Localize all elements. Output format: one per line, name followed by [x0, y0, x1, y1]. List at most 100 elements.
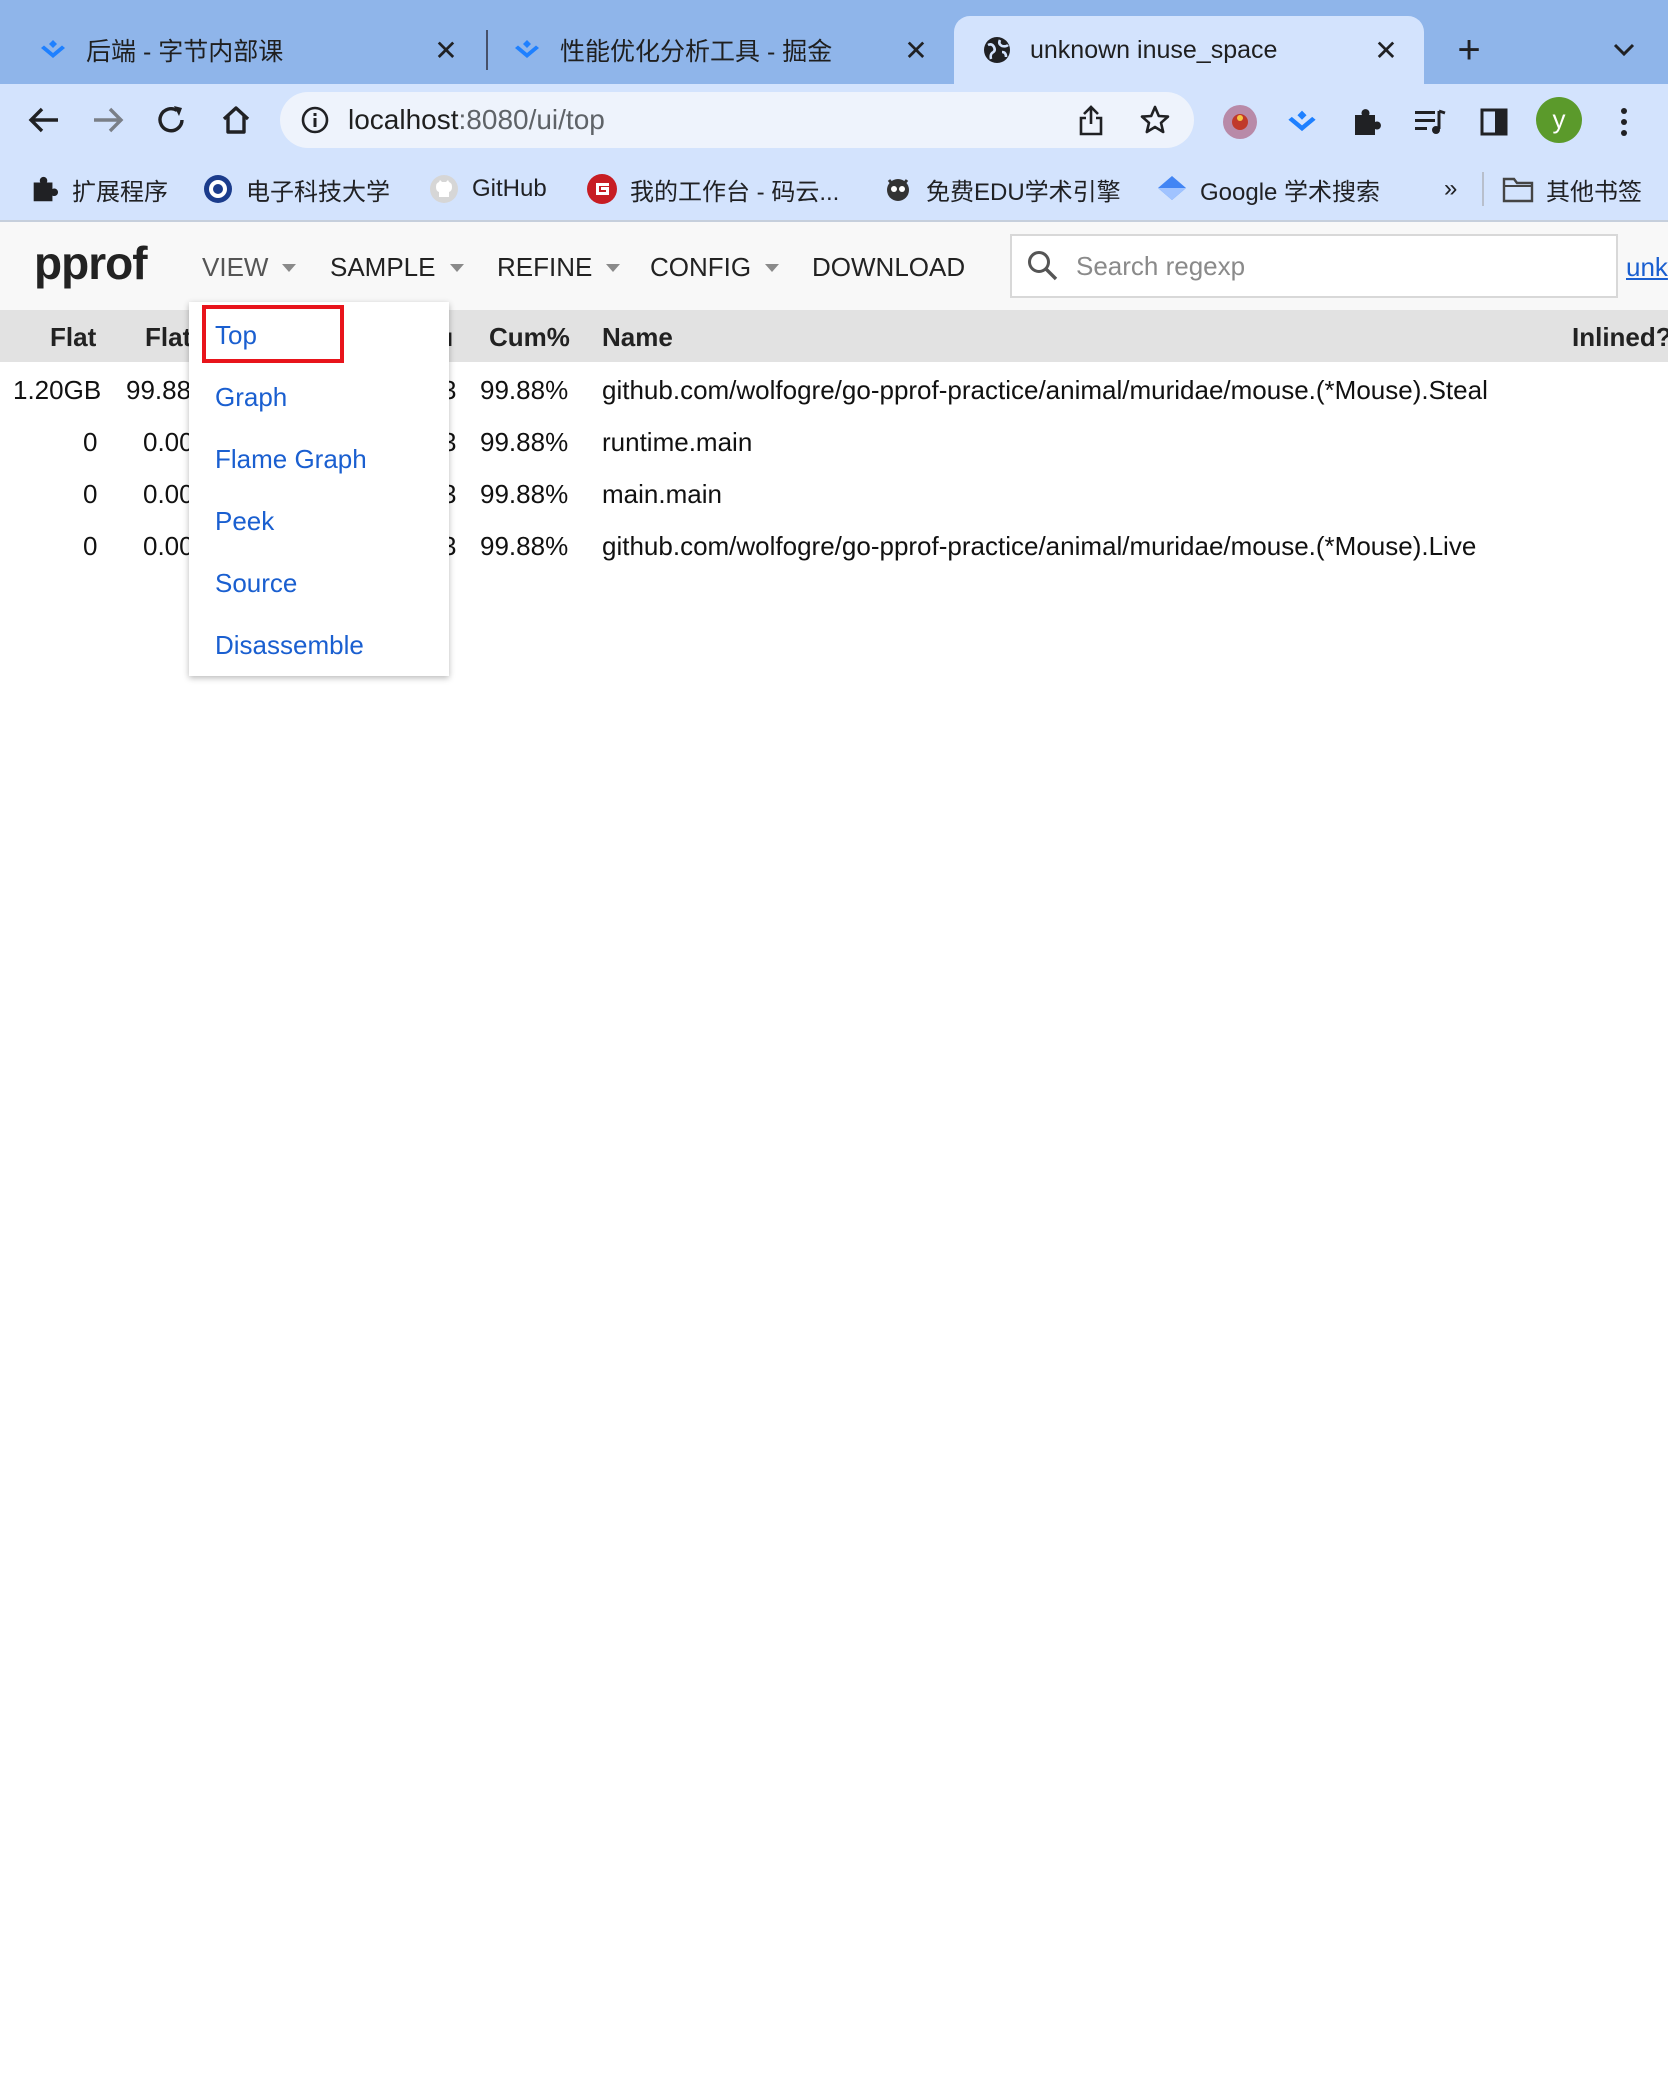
url-host: localhost	[348, 104, 459, 135]
address-bar[interactable]: localhost:8080/ui/top	[280, 92, 1194, 148]
juejin-icon	[36, 33, 70, 67]
bookmark-uestc[interactable]: 电子科技大学	[202, 164, 390, 214]
menu-label: DOWNLOAD	[812, 252, 966, 282]
bookmark-star-icon[interactable]	[1136, 101, 1174, 139]
tab-title: 后端 - 字节内部课	[86, 38, 284, 66]
new-tab-plus-icon[interactable]: +	[1447, 28, 1491, 72]
search-input[interactable]: Search regexp	[1010, 234, 1618, 298]
back-arrow-icon[interactable]	[18, 94, 70, 146]
col-inlined[interactable]: Inlined?	[1572, 322, 1668, 353]
cell-name[interactable]: github.com/wolfogre/go-pprof-practice/an…	[602, 531, 1476, 562]
site-info-icon[interactable]	[300, 105, 330, 135]
juejin-icon	[510, 33, 544, 67]
tab-title: 性能优化分析工具 - 掘金	[560, 38, 833, 66]
highlight-annotation-box	[202, 305, 344, 363]
cell-cum-pct: 99.88%	[480, 479, 569, 509]
bookmark-label: GitHub	[472, 175, 547, 202]
close-icon[interactable]: ✕	[1368, 32, 1404, 68]
cell-flat-pct: 99.88	[126, 375, 192, 405]
cell-flat: 0	[83, 427, 98, 457]
puzzle-extensions-icon[interactable]	[1344, 100, 1388, 144]
bookmark-label: 扩展程序	[72, 178, 168, 206]
cell-name[interactable]: runtime.main	[602, 427, 752, 458]
tab-title: unknown inuse_space	[1030, 35, 1278, 64]
app-logo: pprof	[34, 237, 148, 289]
menu-label: REFINE	[497, 252, 593, 282]
view-menu-item-disassemble[interactable]: Disassemble	[215, 630, 364, 661]
reload-icon[interactable]	[145, 94, 197, 146]
cell-cum-pct: 99.88%	[480, 427, 569, 457]
url-path: :8080/ui/top	[458, 104, 605, 135]
caret-down-icon	[606, 263, 621, 272]
close-icon[interactable]: ✕	[898, 32, 934, 68]
sample-menu-button[interactable]: SAMPLE	[330, 252, 464, 283]
menu-label: VIEW	[202, 252, 269, 282]
cell-cum-pct: 99.88%	[480, 375, 569, 405]
view-menu-item-flame-graph[interactable]: Flame Graph	[215, 444, 367, 475]
bookmark-extensions[interactable]: 扩展程序	[28, 164, 168, 214]
profile-link[interactable]: unk	[1626, 252, 1668, 283]
profile-avatar[interactable]: y	[1536, 97, 1582, 143]
bookmark-label: 我的工作台 - 码云...	[630, 178, 840, 206]
bookmark-label: Google 学术搜索	[1200, 178, 1381, 206]
github-icon	[428, 173, 460, 205]
download-button[interactable]: DOWNLOAD	[812, 252, 965, 283]
col-name[interactable]: Name	[602, 322, 673, 353]
bookmark-label: 其他书签	[1546, 178, 1642, 206]
search-placeholder: Search regexp	[1076, 250, 1246, 281]
cell-flat-pct: 0.00	[143, 531, 194, 561]
chevron-down-icon[interactable]	[1604, 30, 1644, 70]
cell-flat-pct: 0.00	[143, 427, 194, 457]
cell-flat: 0	[83, 479, 98, 509]
home-icon[interactable]	[210, 94, 262, 146]
bookmarks-overflow[interactable]: »	[1444, 164, 1457, 214]
bookmark-github[interactable]: GitHub	[428, 164, 547, 214]
folder-icon	[1502, 173, 1534, 205]
config-menu-button[interactable]: CONFIG	[650, 252, 780, 283]
bookmark-gitee[interactable]: 我的工作台 - 码云...	[586, 164, 839, 214]
view-menu-item-peek[interactable]: Peek	[215, 506, 274, 537]
globe-icon	[980, 33, 1014, 67]
juejin-extension-icon[interactable]	[1280, 100, 1324, 144]
cell-name[interactable]: main.main	[602, 479, 722, 510]
cell-name[interactable]: github.com/wolfogre/go-pprof-practice/an…	[602, 375, 1488, 406]
share-icon[interactable]	[1072, 101, 1110, 139]
search-icon	[1026, 249, 1060, 283]
bookmark-edu[interactable]: 免费EDU学术引擎	[882, 164, 1121, 214]
extension-avatar-icon[interactable]	[1218, 100, 1262, 144]
col-cum-pct[interactable]: Cum%	[489, 322, 570, 353]
media-queue-icon[interactable]	[1408, 100, 1452, 144]
side-panel-icon[interactable]	[1472, 100, 1516, 144]
view-menu-item-source[interactable]: Source	[215, 568, 297, 599]
bookmark-google-scholar[interactable]: Google 学术搜索	[1156, 164, 1380, 214]
close-icon[interactable]: ✕	[428, 32, 464, 68]
cell-flat-pct: 0.00	[143, 479, 194, 509]
puzzle-icon	[28, 173, 60, 205]
bookmark-label: 免费EDU学术引擎	[926, 178, 1121, 206]
forward-arrow-icon[interactable]	[82, 94, 134, 146]
menu-label: CONFIG	[650, 252, 752, 282]
col-flat-pct[interactable]: Flat	[145, 322, 191, 353]
more-menu-icon[interactable]	[1602, 100, 1646, 144]
menu-label: SAMPLE	[330, 252, 436, 282]
tab-active-pprof[interactable]: unknown inuse_space ✕	[954, 16, 1424, 84]
cell-flat: 1.20GB	[13, 375, 102, 405]
gitee-icon	[586, 173, 618, 205]
uestc-logo-icon	[202, 173, 234, 205]
bookmark-divider	[1482, 172, 1484, 206]
tab-perf-tools[interactable]: 性能优化分析工具 - 掘金 ✕	[488, 16, 954, 84]
refine-menu-button[interactable]: REFINE	[497, 252, 621, 283]
url-text: localhost:8080/ui/top	[348, 104, 1046, 136]
view-menu-button[interactable]: VIEW	[202, 252, 297, 283]
caret-down-icon	[449, 263, 464, 272]
cell-flat: 0	[83, 531, 98, 561]
bookmark-label: 电子科技大学	[246, 178, 390, 206]
col-flat[interactable]: Flat	[50, 322, 96, 353]
view-menu-item-graph[interactable]: Graph	[215, 382, 287, 413]
scholar-icon	[1156, 173, 1188, 205]
edu-icon	[882, 173, 914, 205]
bookmark-other[interactable]: 其他书签	[1502, 164, 1642, 214]
caret-down-icon	[282, 263, 297, 272]
cell-cum-pct: 99.88%	[480, 531, 569, 561]
tab-backend[interactable]: 后端 - 字节内部课 ✕	[0, 16, 484, 84]
